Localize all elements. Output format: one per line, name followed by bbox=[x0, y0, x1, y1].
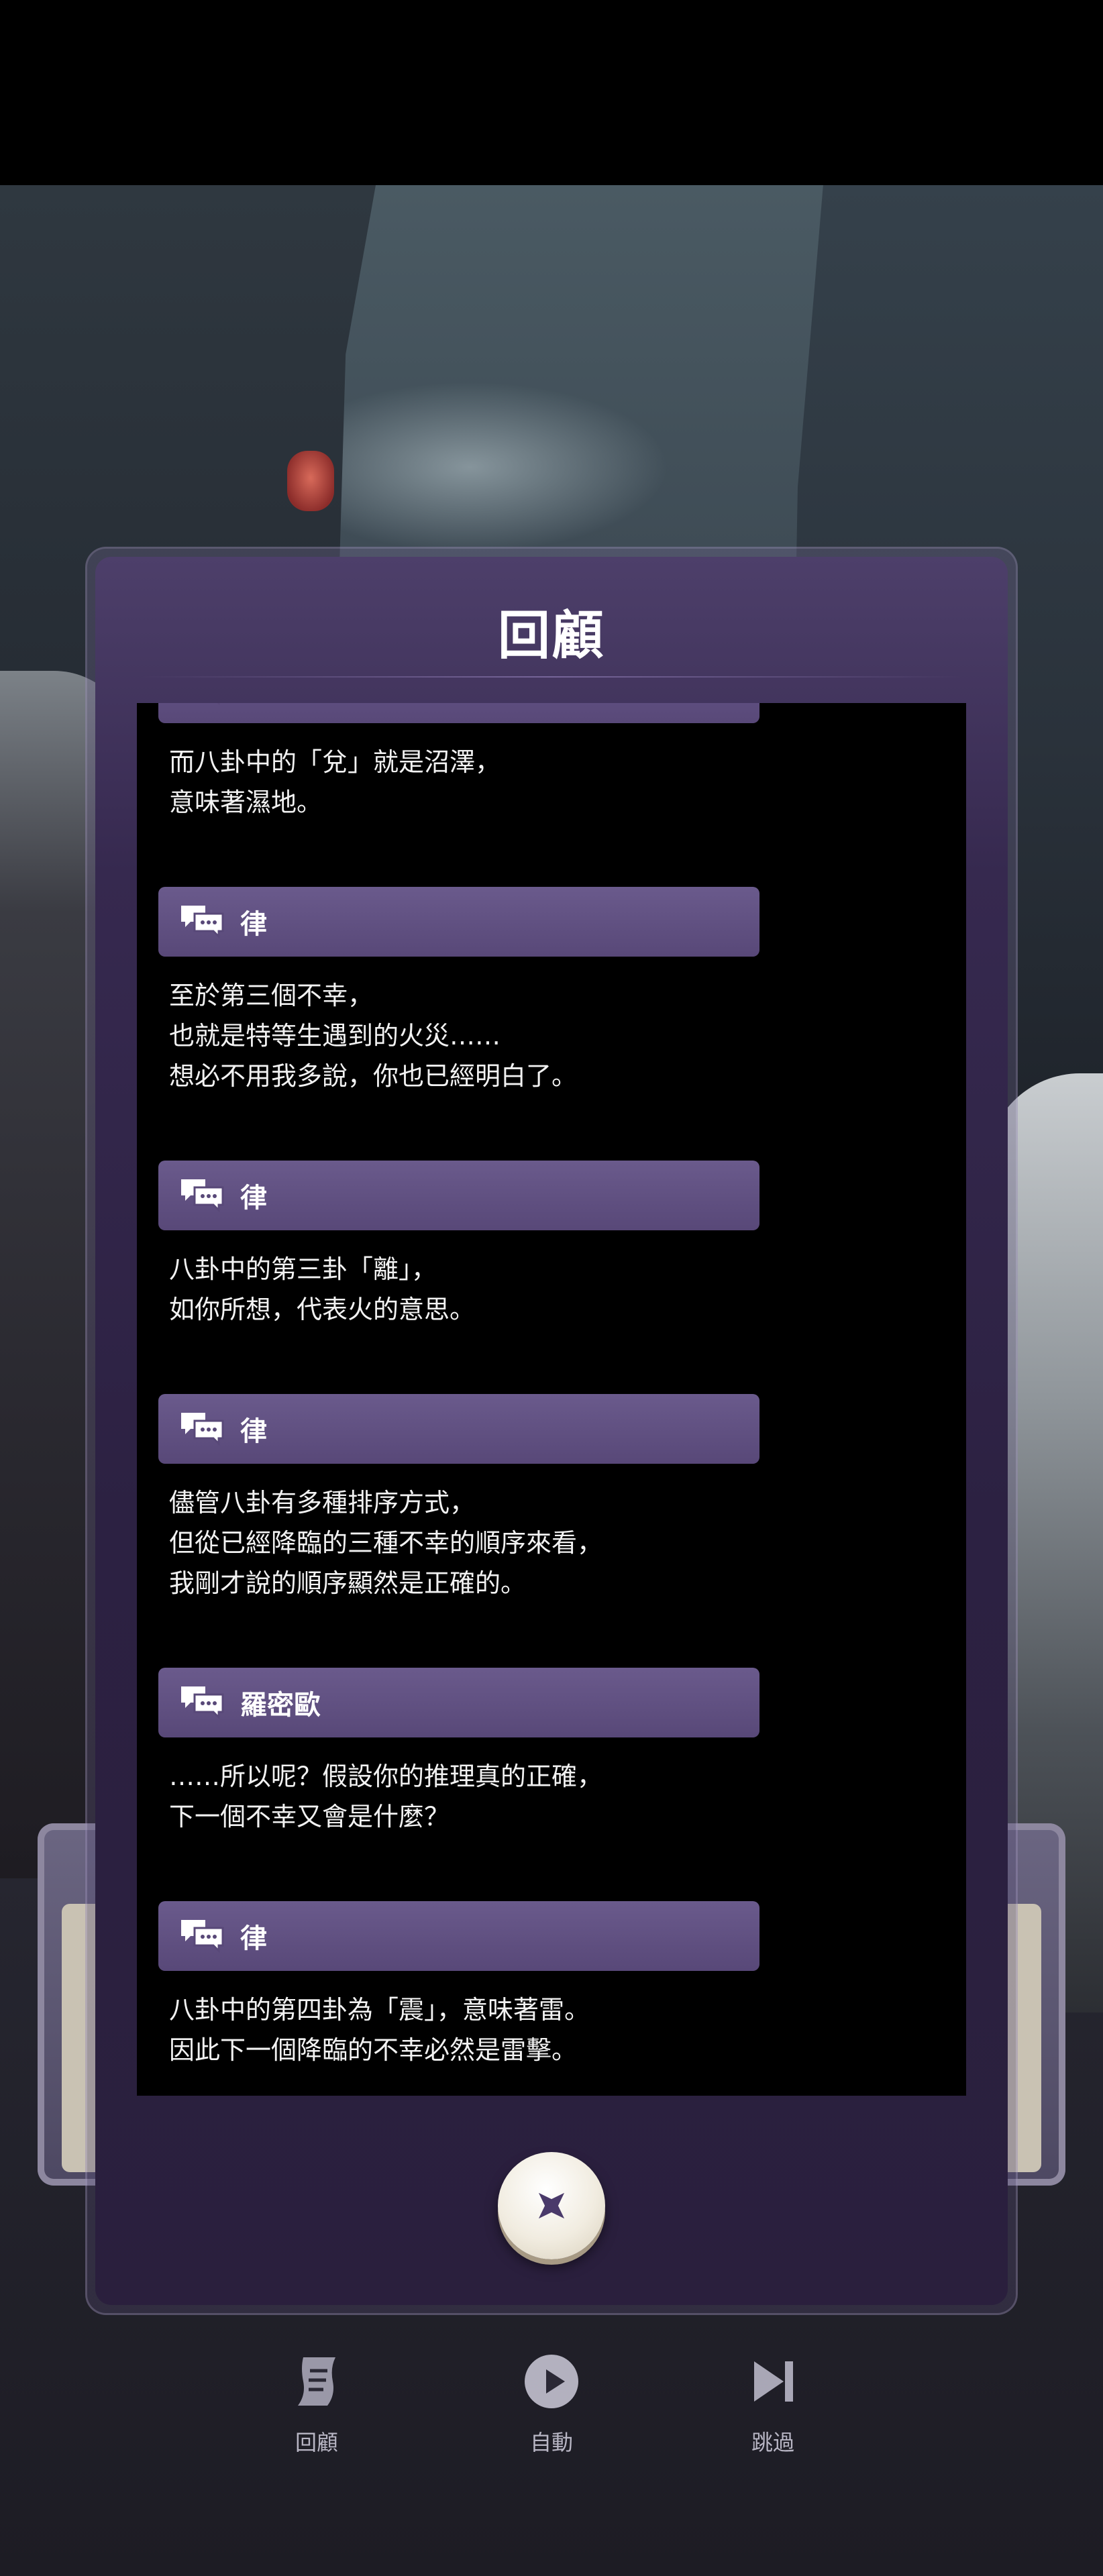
chat-bubbles-icon bbox=[178, 703, 225, 707]
speaker-name: 律 bbox=[240, 909, 267, 940]
dialogue-line: 八卦中的第四卦為「震」，意味著雷。 bbox=[169, 1995, 590, 2025]
chat-bubbles-icon bbox=[178, 1917, 225, 1955]
play-icon bbox=[525, 2355, 578, 2408]
backlog-entry: 律儘管八卦有多種排序方式， 但從已經降臨的三種不幸的順序來看， 我剛才說的順序顯然是… bbox=[137, 1394, 966, 1665]
dialogue-line: 儘管八卦有多種排序方式， bbox=[169, 1488, 476, 1517]
speaker-bar[interactable]: 律 bbox=[158, 1901, 759, 1971]
speaker-bar[interactable]: 律 bbox=[158, 703, 759, 723]
chat-bubbles-icon bbox=[178, 1410, 225, 1448]
dialogue-line: 我剛才說的順序顯然是正確的。 bbox=[169, 1568, 527, 1598]
dialogue-text: ……所以呢？假設你的推理真的正確， 下一個不幸又會是什麼？ bbox=[169, 1737, 966, 1898]
dialogue-line: 下一個不幸又會是什麼？ bbox=[169, 1802, 450, 1831]
dialogue-line: 如你所想，代表火的意思。 bbox=[169, 1295, 476, 1324]
backlog-entry: 律而八卦中的「兌」就是沼澤， 意味著濕地。 bbox=[137, 703, 966, 884]
chat-bubbles-icon bbox=[178, 903, 225, 941]
dialogue-line: 因此下一個降臨的不幸必然是雷擊。 bbox=[169, 2035, 578, 2065]
dialogue-line: 八卦中的第三卦「離」， bbox=[169, 1254, 437, 1284]
title-divider bbox=[141, 676, 962, 678]
close-icon bbox=[538, 2192, 565, 2219]
backlog-list-viewport[interactable]: 律而八卦中的「兌」就是沼澤，意味著濕地。律至於第三個不幸，也就是特等生遇到的火災… bbox=[137, 703, 966, 2096]
skip-menu-button[interactable]: 跳過 bbox=[713, 2348, 833, 2457]
top-letterbox bbox=[0, 0, 1103, 185]
backlog-menu-label: 回顧 bbox=[295, 2430, 338, 2455]
speaker-name: 律 bbox=[240, 1183, 267, 1214]
dialogue-line: 而八卦中的「兌」就是沼澤， bbox=[169, 747, 501, 777]
backlog-menu-button[interactable]: 回顧 bbox=[256, 2348, 377, 2457]
speaker-name: 律 bbox=[240, 1416, 267, 1447]
scroll-icon bbox=[298, 2357, 335, 2406]
close-button[interactable] bbox=[498, 2152, 605, 2259]
game-screen: 回顧 律而八卦中的「兌」就是沼澤，意味著濕地。律至於第三個不幸，也就是特等生遇到… bbox=[0, 0, 1103, 2576]
speaker-name: 律 bbox=[240, 703, 267, 708]
backlog-entry: 律至於第三個不幸， 也就是特等生遇到的火災…… 想必不用我多說，你也已經明白了。 bbox=[137, 887, 966, 1158]
modal-title: 回顧 bbox=[497, 606, 605, 666]
dialogue-line: 也就是特等生遇到的火災…… bbox=[169, 1021, 501, 1051]
backlog-entry: 律八卦中的第三卦「離」， 如你所想，代表火的意思。 bbox=[137, 1161, 966, 1391]
skip-menu-label: 跳過 bbox=[751, 2430, 794, 2455]
speaker-bar[interactable]: 羅密歐 bbox=[158, 1668, 759, 1737]
chat-bubbles-icon bbox=[178, 1684, 225, 1721]
dialogue-line: 想必不用我多說，你也已經明白了。 bbox=[169, 1061, 578, 1091]
dialogue-text: 儘管八卦有多種排序方式， 但從已經降臨的三種不幸的順序來看， 我剛才說的順序顯然是正… bbox=[169, 1464, 966, 1665]
dialogue-text: 八卦中的第三卦「離」， 如你所想，代表火的意思。 bbox=[169, 1230, 966, 1391]
dialogue-text: 八卦中的第四卦為「震」，意味著雷。 因此下一個降臨的不幸必然是雷擊。 bbox=[169, 1971, 966, 2096]
speaker-bar[interactable]: 律 bbox=[158, 1394, 759, 1464]
backlog-entry: 羅密歐 ……所以呢？假設你的推理真的正確， 下一個不幸又會是什麼？ bbox=[137, 1668, 966, 1898]
speaker-bar[interactable]: 律 bbox=[158, 1161, 759, 1230]
dialogue-text: 至於第三個不幸， 也就是特等生遇到的火災…… 想必不用我多說，你也已經明白了。 bbox=[169, 957, 966, 1158]
auto-menu-button[interactable]: 自動 bbox=[491, 2348, 612, 2457]
speaker-name: 羅密歐 bbox=[240, 1690, 321, 1721]
dialogue-line: ……所以呢？假設你的推理真的正確， bbox=[169, 1762, 603, 1791]
dialogue-line: 但從已經降臨的三種不幸的順序來看， bbox=[169, 1528, 603, 1558]
dialogue-line: 至於第三個不幸， bbox=[169, 981, 374, 1010]
dialogue-line: 意味著濕地。 bbox=[169, 788, 323, 817]
backlog-list: 律而八卦中的「兌」就是沼澤，意味著濕地。律至於第三個不幸，也就是特等生遇到的火災… bbox=[137, 703, 966, 2096]
auto-menu-label: 自動 bbox=[529, 2430, 573, 2455]
skip-icon bbox=[754, 2361, 793, 2402]
dialogue-text: 而八卦中的「兌」就是沼澤， 意味著濕地。 bbox=[169, 723, 966, 884]
speaker-name: 律 bbox=[240, 1923, 267, 1954]
chat-bubbles-icon bbox=[178, 1177, 225, 1214]
speaker-bar[interactable]: 律 bbox=[158, 887, 759, 957]
backlog-entry: 律八卦中的第四卦為「震」，意味著雷。 因此下一個降臨的不幸必然是雷擊。 bbox=[137, 1901, 966, 2096]
red-lantern bbox=[287, 451, 334, 511]
